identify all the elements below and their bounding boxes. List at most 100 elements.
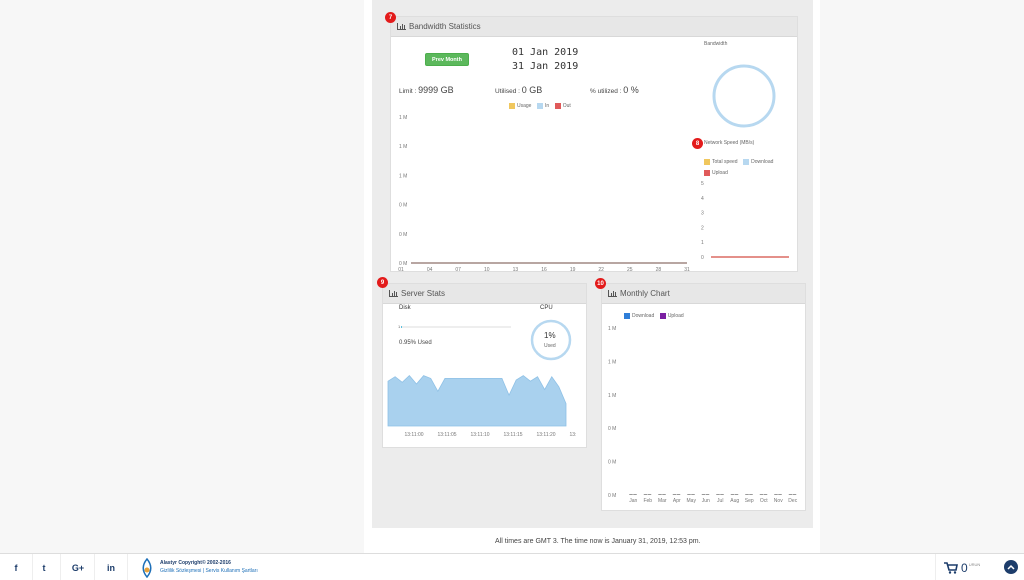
monthly-bar bbox=[662, 494, 666, 495]
cart-area[interactable]: 0 URUN bbox=[935, 554, 990, 580]
network-y-tick: 1 bbox=[701, 240, 704, 246]
legend-total-speed[interactable]: Total speed bbox=[704, 159, 738, 165]
legal-links[interactable]: Gizlilik Sözleşmesi | Servis Kullanım Şa… bbox=[160, 568, 258, 574]
utilised-info: Utilised : 0 GB bbox=[495, 85, 542, 95]
monthly-y-tick: 1 M bbox=[608, 393, 616, 399]
limit-info: Limit : 9999 GB bbox=[399, 85, 454, 95]
utilized-pct-info: % utilized : 0 % bbox=[590, 85, 639, 95]
download-swatch bbox=[743, 159, 750, 165]
upload-swatch bbox=[704, 170, 710, 176]
limit-value: 9999 GB bbox=[418, 85, 454, 95]
monthly-bar bbox=[629, 494, 633, 495]
disk-progress-track bbox=[401, 326, 511, 328]
monthly-x-tick: Oct bbox=[760, 498, 768, 504]
bar-chart-icon bbox=[397, 23, 406, 30]
monthly-bar-chart: 1 M 1 M 1 M 0 M 0 M 0 M Jan Feb Mar Apr May Jun Jul A… bbox=[608, 326, 798, 504]
monthly-bar bbox=[647, 494, 652, 495]
monthly-bar bbox=[734, 494, 739, 495]
status-line: All times are GMT 3. The time now is Jan… bbox=[495, 538, 701, 545]
legend-monthly-download[interactable]: Download bbox=[624, 313, 654, 319]
cpu-time-tick: 13:11:25 bbox=[569, 432, 576, 438]
monthly-bar bbox=[730, 494, 735, 495]
bandwidth-x-tick: 10 bbox=[484, 267, 490, 271]
server-stats-title: Server Stats bbox=[401, 289, 446, 298]
bandwidth-legend: Usage In Out bbox=[509, 103, 571, 109]
monthly-bar bbox=[676, 494, 681, 495]
monthly-chart-panel: Monthly Chart Download Upload 1 M 1 M 1 M 0… bbox=[601, 283, 806, 511]
legend-download[interactable]: Download bbox=[743, 159, 773, 165]
legend-out[interactable]: Out bbox=[554, 103, 571, 110]
cpu-gauge-ring bbox=[530, 319, 572, 361]
cpu-time-tick: 13:11:05 bbox=[437, 432, 456, 438]
cpu-time-tick: 13:11:10 bbox=[470, 432, 489, 438]
monthly-chart-header: Monthly Chart bbox=[602, 284, 805, 304]
twitter-icon[interactable]: t bbox=[28, 554, 61, 580]
monthly-y-tick: 0 M bbox=[608, 493, 616, 499]
in-swatch bbox=[537, 103, 544, 109]
badge-7: 7 bbox=[385, 12, 396, 23]
monthly-download-swatch bbox=[624, 313, 630, 319]
monthly-bar bbox=[778, 494, 782, 495]
monthly-x-tick: Jun bbox=[702, 498, 710, 504]
monthly-x-tick: May bbox=[687, 498, 697, 504]
monthly-bar bbox=[633, 494, 637, 495]
legend-out-label: Out bbox=[562, 103, 571, 110]
bandwidth-panel: Bandwidth Statistics Prev Month 01 Jan 2… bbox=[390, 16, 798, 272]
cpu-gauge bbox=[530, 319, 572, 361]
disk-tick: 1 bbox=[398, 324, 401, 329]
monthly-bar bbox=[701, 494, 706, 495]
utilized-pct-label: % utilized : bbox=[590, 88, 622, 95]
cpu-time-tick: 13:11:00 bbox=[404, 432, 423, 438]
monthly-bar bbox=[792, 494, 797, 495]
server-stats-panel: Server Stats Disk 1 0.95% Used CPU 1% Us… bbox=[382, 283, 587, 448]
cart-icon bbox=[944, 561, 958, 574]
cart-unit: URUN bbox=[968, 562, 981, 567]
alastyr-logo-icon bbox=[142, 558, 152, 578]
legend-in[interactable]: In bbox=[537, 103, 549, 109]
google-plus-icon[interactable]: G+ bbox=[62, 554, 95, 580]
bar-chart-icon bbox=[389, 290, 398, 297]
bandwidth-chart: 1 M1 M1 M0 M0 M0 M01 04 07 10 13 16 19 22 25 28 31 bbox=[398, 115, 690, 271]
monthly-bar bbox=[774, 494, 778, 495]
bandwidth-x-tick: 19 bbox=[570, 267, 576, 271]
network-legend-row2: Upload bbox=[704, 170, 728, 176]
monthly-y-tick: 1 M bbox=[608, 326, 616, 332]
linkedin-icon[interactable]: in bbox=[95, 554, 128, 580]
bandwidth-x-tick: 01 bbox=[398, 267, 404, 271]
monthly-x-tick: Apr bbox=[673, 498, 681, 504]
bandwidth-donut-ring bbox=[712, 64, 776, 128]
prev-month-button[interactable]: Prev Month bbox=[425, 53, 469, 66]
network-chart: 5 4 3 2 1 0 bbox=[701, 181, 789, 261]
network-title: Network Speed (MB/s) bbox=[704, 140, 755, 146]
monthly-y-tick: 1 M bbox=[608, 359, 616, 365]
monthly-x-tick: Dec bbox=[788, 498, 797, 504]
network-y-tick: 3 bbox=[701, 211, 704, 217]
legend-upload[interactable]: Upload bbox=[704, 170, 728, 176]
disk-progress-fill bbox=[401, 326, 403, 328]
cpu-time-tick: 13:11:15 bbox=[503, 432, 522, 438]
monthly-bar bbox=[672, 494, 677, 495]
bar-chart-icon bbox=[608, 290, 617, 297]
bandwidth-x-tick: 28 bbox=[656, 267, 662, 271]
legend-usage-label: Usage bbox=[517, 103, 532, 110]
monthly-upload-swatch bbox=[659, 313, 666, 319]
legend-usage[interactable]: Usage bbox=[509, 103, 531, 109]
badge-9: 9 bbox=[377, 277, 388, 288]
monthly-bar bbox=[687, 494, 691, 495]
bandwidth-y-tick: 0 M bbox=[399, 203, 407, 209]
server-stats-header: Server Stats bbox=[383, 284, 586, 304]
total-speed-swatch bbox=[704, 159, 710, 165]
legend-monthly-upload-label: Upload bbox=[667, 313, 684, 320]
footer: f t G+ in Alastyr Copyright© 2002-2016 G… bbox=[0, 553, 1024, 580]
legend-monthly-download-label: Download bbox=[632, 313, 655, 320]
monthly-bar bbox=[720, 494, 724, 495]
monthly-x-tick: Feb bbox=[643, 498, 652, 504]
scroll-top-button[interactable] bbox=[1004, 560, 1018, 574]
legend-monthly-upload[interactable]: Upload bbox=[659, 313, 684, 320]
monthly-bar bbox=[691, 494, 695, 495]
cpu-time-tick: 13:11:20 bbox=[536, 432, 555, 438]
monthly-bar bbox=[643, 494, 648, 495]
bandwidth-y-tick: 1 M bbox=[399, 115, 407, 121]
monthly-x-tick: Sep bbox=[745, 498, 754, 504]
out-swatch bbox=[554, 103, 561, 109]
